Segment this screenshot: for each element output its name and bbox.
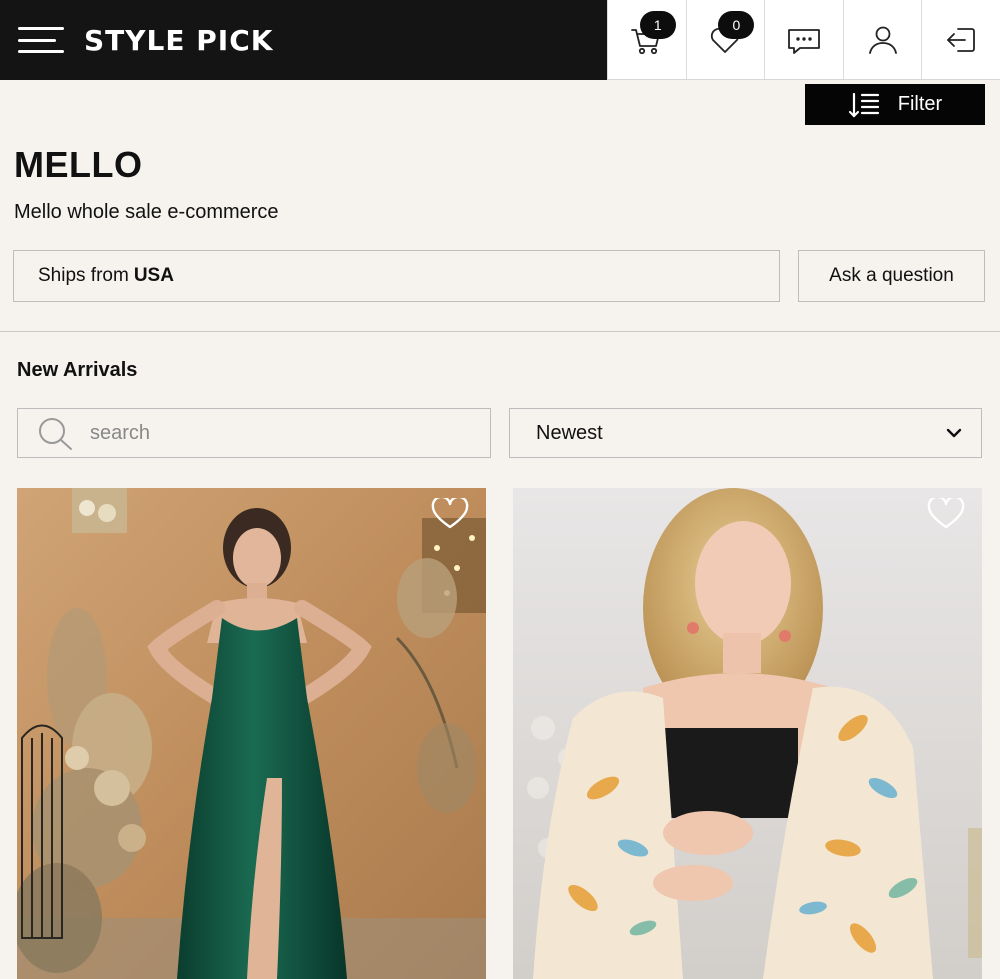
logout-button[interactable] xyxy=(921,0,1000,79)
search-icon xyxy=(39,418,72,450)
product-card[interactable] xyxy=(513,488,982,979)
heart-outline-icon xyxy=(927,495,965,529)
sort-filter-icon xyxy=(848,92,879,118)
messages-button[interactable] xyxy=(764,0,843,79)
product-image xyxy=(17,488,486,979)
filter-button[interactable]: Filter xyxy=(805,84,985,125)
heart-outline-icon xyxy=(431,495,469,529)
store-description: Mello whole sale e-commerce xyxy=(14,201,279,223)
logout-icon xyxy=(947,27,976,52)
store-name: MELLO xyxy=(14,144,143,185)
chevron-down-icon xyxy=(946,428,962,438)
brand-logo[interactable]: STYLE PICK xyxy=(84,24,273,57)
ask-question-button[interactable]: Ask a question xyxy=(798,250,985,302)
account-button[interactable] xyxy=(842,0,922,79)
chat-icon xyxy=(788,28,820,54)
add-to-wishlist-button[interactable] xyxy=(927,495,965,530)
user-icon xyxy=(868,26,897,54)
section-title: New Arrivals xyxy=(17,359,138,381)
top-navigation-bar: STYLE PICK 1 0 xyxy=(0,0,1000,80)
brand-area: STYLE PICK xyxy=(0,0,607,80)
wishlist-count-badge: 0 xyxy=(718,11,755,39)
cart-button[interactable]: 1 xyxy=(607,0,686,79)
header-icon-bar: 1 0 xyxy=(607,0,1000,80)
ships-from-label: Ships from xyxy=(38,265,129,286)
product-card[interactable] xyxy=(17,488,486,979)
cart-count-badge: 1 xyxy=(639,11,676,39)
filter-label: Filter xyxy=(897,93,943,115)
sort-selected-value: Newest xyxy=(536,421,603,444)
ships-from-box: Ships from USA xyxy=(13,250,780,302)
add-to-wishlist-button[interactable] xyxy=(431,495,469,530)
search-input[interactable] xyxy=(90,421,470,445)
search-field[interactable] xyxy=(17,408,491,458)
wishlist-button[interactable]: 0 xyxy=(685,0,765,79)
ships-from-value: USA xyxy=(133,265,174,286)
product-image xyxy=(513,488,982,979)
section-divider xyxy=(0,331,1000,332)
hamburger-menu-icon[interactable] xyxy=(18,27,64,53)
sort-select[interactable]: Newest xyxy=(509,408,982,458)
